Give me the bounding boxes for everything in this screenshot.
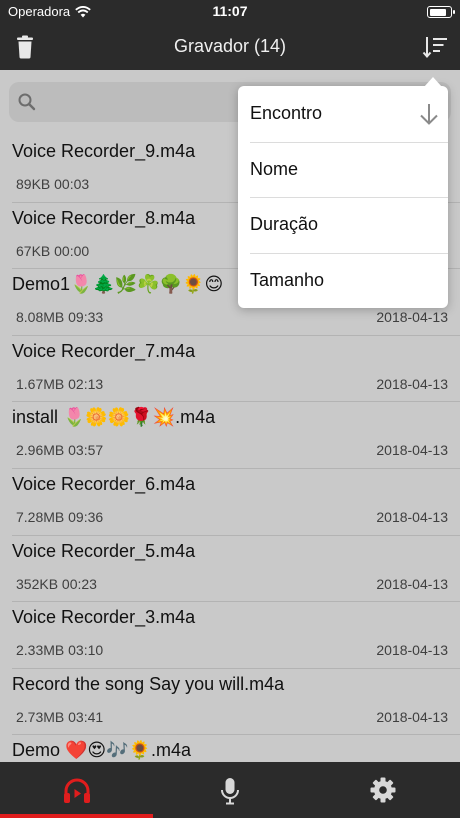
recording-meta: 1.67MB 02:13: [16, 375, 104, 392]
list-item[interactable]: Voice Recorder_6.m4a 7.28MB 09:36 2018-0…: [0, 469, 460, 536]
recording-name: Voice Recorder_8.m4a: [12, 207, 196, 228]
status-time: 11:07: [212, 3, 248, 19]
sort-option-name[interactable]: Nome: [238, 141, 448, 198]
recording-name: Demo1🌷🌲🌿☘️🌳🌻😊: [12, 274, 224, 295]
list-item[interactable]: Voice Recorder_5.m4a 352KB 00:23 2018-04…: [0, 536, 460, 603]
headphones-play-icon: [63, 778, 90, 803]
list-item[interactable]: Voice Recorder_7.m4a 1.67MB 02:13 2018-0…: [0, 336, 460, 403]
recording-meta: 67KB 00:00: [16, 242, 90, 259]
recording-meta: 2.73MB 03:41: [16, 708, 104, 725]
tab-record[interactable]: [153, 762, 306, 818]
gear-icon: [370, 777, 396, 803]
sort-option-label: Tamanho: [250, 269, 325, 290]
search-icon: [18, 93, 36, 111]
recording-meta: 7.28MB 09:36: [16, 508, 104, 525]
sort-icon[interactable]: [422, 35, 448, 59]
microphone-icon: [220, 778, 239, 805]
recording-name: Voice Recorder_5.m4a: [12, 540, 196, 561]
recording-name: Voice Recorder_7.m4a: [12, 340, 196, 361]
recording-date: 2018-04-13: [376, 642, 448, 659]
recording-name: Voice Recorder_6.m4a: [12, 473, 196, 494]
arrow-down-icon: [420, 104, 438, 125]
recording-date: 2018-04-13: [376, 508, 448, 525]
recording-name: Voice Recorder_9.m4a: [12, 141, 196, 161]
recording-date: 2018-04-13: [376, 375, 448, 392]
sort-menu: Encontro Nome Duração Tamanho: [238, 77, 448, 309]
list-item[interactable]: install 🌷🌼🌼🌹💥.m4a 2.96MB 03:57 2018-04-1…: [0, 402, 460, 469]
recording-name: Voice Recorder_3.m4a: [12, 607, 196, 628]
recording-meta: 2.33MB 03:10: [16, 642, 104, 659]
sort-option-size[interactable]: Tamanho: [238, 252, 448, 309]
recording-date: 2018-04-13: [376, 442, 448, 459]
battery-icon: [427, 6, 455, 18]
sort-option-label: Nome: [250, 158, 299, 179]
sort-option-duration[interactable]: Duração: [238, 197, 448, 253]
page-title: Gravador (14): [173, 36, 287, 56]
sort-option-label: Encontro: [250, 103, 323, 123]
recording-date: 2018-04-13: [376, 309, 448, 326]
recording-name: Record the song Say you will.m4a: [12, 673, 285, 694]
list-item[interactable]: Record the song Say you will.m4a 2.73MB …: [0, 669, 460, 736]
nav-bar: Gravador (14): [0, 24, 460, 70]
recording-meta: 352KB 00:23: [16, 575, 97, 592]
recording-meta: 8.08MB 09:33: [16, 309, 104, 326]
list-item[interactable]: Voice Recorder_3.m4a 2.33MB 03:10 2018-0…: [0, 602, 460, 669]
sort-option-label: Duração: [250, 214, 319, 234]
status-bar: Operadora 11:07: [0, 0, 460, 24]
recording-name: Demo ❤️😍🎶🌻.m4a: [12, 740, 192, 761]
list-item[interactable]: Demo ❤️😍🎶🌻.m4a: [0, 735, 460, 762]
recording-date: 2018-04-13: [376, 708, 448, 725]
battery-level: [429, 8, 446, 16]
recording-meta: 89KB 00:03: [16, 176, 90, 192]
recording-name: install 🌷🌼🌼🌹💥.m4a: [12, 407, 216, 428]
tab-recordings[interactable]: [0, 762, 153, 818]
recording-meta: 2.96MB 03:57: [16, 442, 104, 459]
recording-date: 2018-04-13: [376, 575, 448, 592]
tab-bar: [0, 762, 460, 818]
tab-settings[interactable]: [306, 762, 460, 818]
sort-option-date[interactable]: Encontro: [238, 86, 448, 142]
